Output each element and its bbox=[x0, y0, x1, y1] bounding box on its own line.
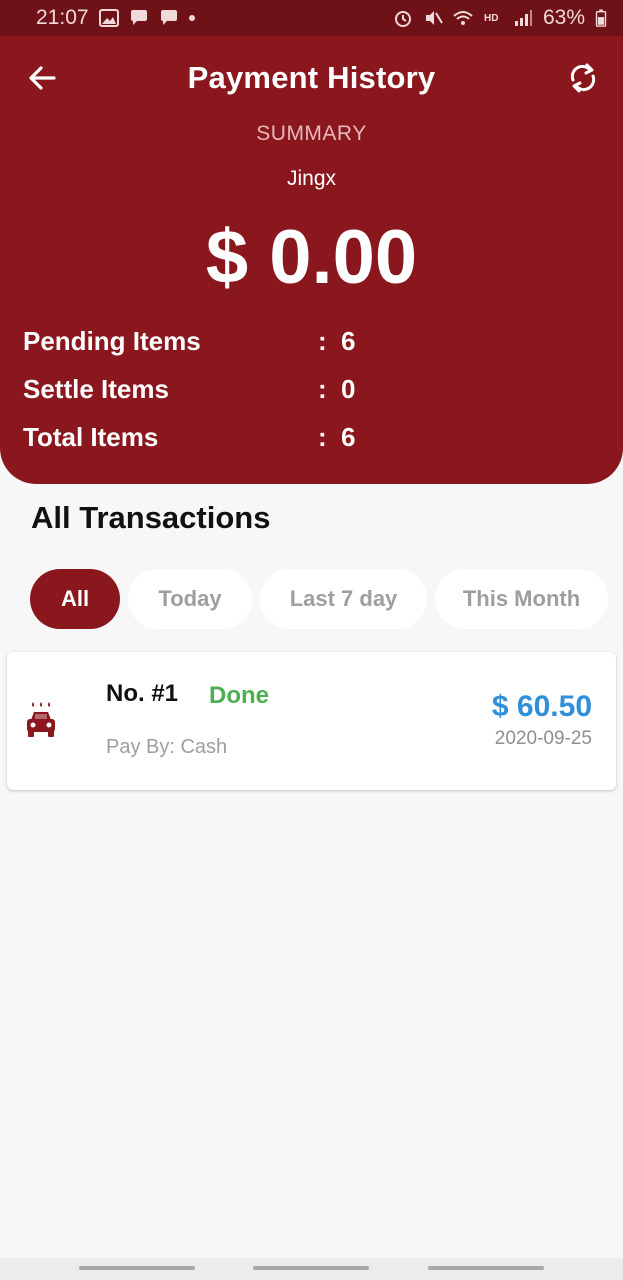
battery-percent: 63% bbox=[542, 6, 585, 29]
alarm-icon bbox=[394, 11, 411, 27]
car-wash-icon bbox=[27, 702, 55, 737]
nav-recents-button[interactable] bbox=[79, 1266, 195, 1270]
stat-row-settle: Settle Items : 0 bbox=[23, 374, 423, 410]
status-badge: Done bbox=[209, 682, 269, 709]
status-time: 21:07 bbox=[36, 6, 89, 29]
status-bar-right: HD 63% bbox=[393, 6, 607, 30]
mute-icon bbox=[425, 11, 443, 25]
refresh-icon[interactable] bbox=[565, 60, 601, 96]
status-bar-left: 21:07 bbox=[36, 6, 195, 30]
stat-colon: : bbox=[318, 374, 327, 404]
stat-row-pending: Pending Items : 6 bbox=[23, 326, 423, 362]
payment-method: Pay By: Cash bbox=[106, 736, 228, 758]
filter-last-7-day[interactable]: Last 7 day bbox=[260, 569, 427, 629]
chat-icon bbox=[160, 10, 177, 25]
image-icon bbox=[98, 9, 119, 27]
nav-home-button[interactable] bbox=[253, 1266, 369, 1270]
status-bar: 21:07 HD 63% bbox=[0, 0, 623, 36]
chat-icon bbox=[130, 10, 147, 25]
stat-value: 6 bbox=[341, 422, 356, 452]
stat-label: Total Items bbox=[23, 422, 159, 452]
filter-all[interactable]: All bbox=[30, 569, 120, 629]
stat-row-total: Total Items : 6 bbox=[23, 422, 423, 458]
summary-label: SUMMARY bbox=[256, 122, 367, 145]
system-nav-bar bbox=[0, 1258, 623, 1280]
filter-chips: All Today Last 7 day This Month bbox=[30, 569, 623, 631]
filter-today[interactable]: Today bbox=[128, 569, 252, 629]
balance-amount: $ 0.00 bbox=[205, 215, 418, 300]
transaction-number: No. #1 bbox=[106, 680, 179, 707]
transaction-amount: $ 60.50 bbox=[491, 690, 592, 723]
filter-this-month[interactable]: This Month bbox=[435, 569, 608, 629]
page-title: Payment History bbox=[187, 60, 436, 95]
stat-colon: : bbox=[318, 326, 327, 356]
user-name: Jingx bbox=[286, 167, 337, 190]
stat-value: 6 bbox=[341, 326, 356, 356]
transaction-date: 2020-09-25 bbox=[494, 728, 592, 749]
signal-icon bbox=[514, 10, 532, 26]
stat-colon: : bbox=[318, 422, 327, 452]
battery-icon bbox=[595, 9, 607, 27]
nav-back-button[interactable] bbox=[428, 1266, 544, 1270]
stat-label: Settle Items bbox=[23, 374, 169, 404]
dot-icon bbox=[188, 15, 195, 21]
stat-label: Pending Items bbox=[23, 326, 201, 356]
section-title: All Transactions bbox=[31, 500, 271, 535]
summary-header: Payment History SUMMARY Jingx $ 0.00 Pen… bbox=[0, 36, 623, 484]
transaction-card[interactable]: No. #1 Done Pay By: Cash $ 60.50 2020-09… bbox=[7, 652, 616, 790]
hd-icon: HD bbox=[484, 13, 498, 24]
stat-value: 0 bbox=[341, 374, 356, 404]
svg-text:HD: HD bbox=[484, 13, 498, 24]
wifi-icon bbox=[453, 11, 473, 25]
